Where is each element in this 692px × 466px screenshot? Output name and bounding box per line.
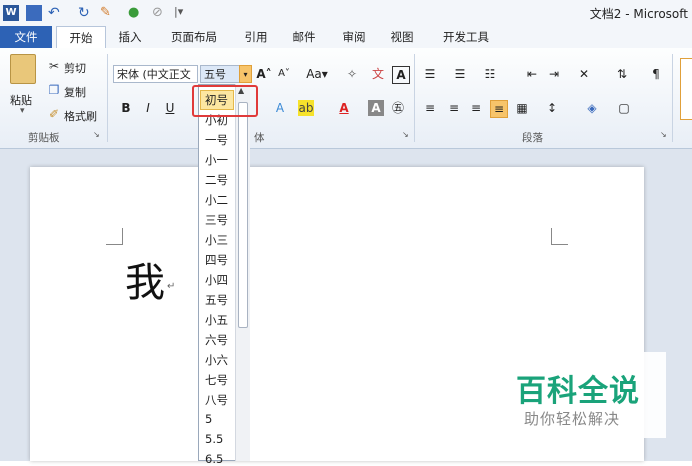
numbering-icon[interactable]: ☰ xyxy=(452,66,468,82)
font-group-label: 体 xyxy=(254,132,265,144)
shading-icon[interactable]: ◈ xyxy=(584,100,600,116)
align-center-icon[interactable]: ≡ xyxy=(446,100,462,116)
char-shading-icon[interactable]: A xyxy=(368,100,384,116)
size-item[interactable]: 六号 xyxy=(205,332,228,348)
justify-icon[interactable]: ≡ xyxy=(490,100,508,118)
customize-toolbar-icon[interactable]: |▾ xyxy=(174,5,190,21)
tab-developer[interactable]: 开发工具 xyxy=(434,26,498,48)
underline-button[interactable]: U xyxy=(162,100,178,116)
redo-icon[interactable]: ↻ xyxy=(78,5,94,21)
separator xyxy=(107,54,108,142)
size-item[interactable]: 小六 xyxy=(205,352,228,368)
highlight-icon[interactable]: ab xyxy=(298,100,314,116)
undo-icon[interactable]: ↶ xyxy=(48,5,64,21)
size-item[interactable]: 五号 xyxy=(205,292,228,308)
word-app-icon[interactable]: W xyxy=(3,5,19,21)
size-item[interactable]: 5.5 xyxy=(205,432,223,446)
distributed-icon[interactable]: ▦ xyxy=(514,100,530,116)
watermark: 百科全说 助你轻松解决 xyxy=(506,352,666,438)
font-name-box[interactable]: 宋体 (中文正文 xyxy=(113,65,198,83)
size-item[interactable]: 小一 xyxy=(205,152,228,168)
italic-button[interactable]: I xyxy=(140,100,156,116)
chinese-layout-icon[interactable]: ✕ xyxy=(576,66,592,82)
paragraph-launcher-icon[interactable]: ↘ xyxy=(660,130,667,139)
tab-file[interactable]: 文件 xyxy=(0,26,52,48)
tab-home[interactable]: 开始 xyxy=(56,26,106,49)
size-item[interactable]: 一号 xyxy=(205,132,228,148)
paste-dropdown-icon[interactable]: ▾ xyxy=(20,106,25,116)
cut-button[interactable]: 剪切 xyxy=(64,60,86,76)
tab-references[interactable]: 引用 xyxy=(238,26,274,48)
size-list-scrollbar[interactable]: ▲ xyxy=(235,84,250,461)
ribbon: 粘贴 ▾ ✂ 剪切 ❐ 复制 ✐ 格式刷 剪贴板 ↘ 宋体 (中文正文 五号 ▾… xyxy=(0,48,692,149)
margin-corner-right xyxy=(551,228,568,245)
multilevel-list-icon[interactable]: ☷ xyxy=(482,66,498,82)
separator xyxy=(414,54,415,142)
phonetic-guide-icon[interactable]: 文 xyxy=(370,66,386,82)
scroll-thumb[interactable] xyxy=(238,102,248,328)
align-left-icon[interactable]: ≡ xyxy=(422,100,438,116)
margin-corner-left xyxy=(106,228,123,245)
font-launcher-icon[interactable]: ↘ xyxy=(402,130,409,139)
sort-icon[interactable]: ⇅ xyxy=(614,66,630,82)
paragraph-mark: ↵ xyxy=(167,281,176,292)
paste-icon[interactable] xyxy=(10,54,36,84)
tab-view[interactable]: 视图 xyxy=(384,26,420,48)
size-item[interactable]: 七号 xyxy=(205,372,228,388)
size-item[interactable]: 八号 xyxy=(205,392,228,408)
document-text[interactable]: 我 xyxy=(125,250,165,308)
paint-icon[interactable]: ✎ xyxy=(100,5,116,21)
size-item[interactable]: 小三 xyxy=(205,232,228,248)
size-item[interactable]: 小二 xyxy=(205,192,228,208)
separator xyxy=(672,54,673,142)
size-item[interactable]: 6.5 xyxy=(205,452,223,466)
styles-gallery[interactable] xyxy=(680,58,692,120)
ribbon-tabs: 文件 开始 插入 页面布局 引用 邮件 审阅 视图 开发工具 xyxy=(0,26,692,49)
grow-font-icon[interactable]: A˄ xyxy=(256,66,272,82)
size-item[interactable]: 小四 xyxy=(205,272,228,288)
clipboard-launcher-icon[interactable]: ↘ xyxy=(93,130,100,139)
cut-icon[interactable]: ✂ xyxy=(46,58,62,74)
font-color-icon[interactable]: A xyxy=(336,100,352,116)
decrease-indent-icon[interactable]: ⇤ xyxy=(524,66,540,82)
line-spacing-icon[interactable]: ↕ xyxy=(544,100,560,116)
paragraph-group-label: 段落 xyxy=(522,132,543,144)
size-item[interactable]: 5 xyxy=(205,412,212,426)
text-effects-icon[interactable]: A xyxy=(272,100,288,116)
shrink-font-icon[interactable]: A˅ xyxy=(276,66,292,82)
format-painter-icon[interactable]: ✐ xyxy=(46,106,62,122)
size-item[interactable]: 二号 xyxy=(205,172,228,188)
size-item[interactable]: 三号 xyxy=(205,212,228,228)
eraser-icon[interactable]: ⊘ xyxy=(152,5,168,21)
align-right-icon[interactable]: ≡ xyxy=(468,100,484,116)
bullets-icon[interactable]: ☰ xyxy=(422,66,438,82)
enclose-char-icon[interactable]: ㊄ xyxy=(390,100,406,116)
font-size-dropdown-icon[interactable]: ▾ xyxy=(239,65,252,83)
increase-indent-icon[interactable]: ⇥ xyxy=(546,66,562,82)
save-icon[interactable] xyxy=(26,5,42,21)
title-bar: W ↶ ↻ ✎ ● ⊘ |▾ 文档2 - Microsoft xyxy=(0,0,692,26)
tab-insert[interactable]: 插入 xyxy=(112,26,148,48)
color-icon[interactable]: ● xyxy=(128,5,144,21)
clear-format-icon[interactable]: ✧ xyxy=(344,66,360,82)
show-marks-icon[interactable]: ¶ xyxy=(648,66,664,82)
tab-review[interactable]: 审阅 xyxy=(336,26,372,48)
tab-mailings[interactable]: 邮件 xyxy=(286,26,322,48)
copy-button[interactable]: 复制 xyxy=(64,84,86,100)
watermark-subtitle: 助你轻松解决 xyxy=(524,410,621,428)
size-item[interactable]: 四号 xyxy=(205,252,228,268)
clipboard-group-label: 剪贴板 xyxy=(28,132,60,144)
size-item[interactable]: 小五 xyxy=(205,312,228,328)
copy-icon[interactable]: ❐ xyxy=(46,82,62,98)
window-title: 文档2 - Microsoft xyxy=(589,7,688,21)
tab-page-layout[interactable]: 页面布局 xyxy=(162,26,226,48)
format-painter-button[interactable]: 格式刷 xyxy=(64,108,97,124)
watermark-title: 百科全说 xyxy=(516,374,640,409)
change-case-icon[interactable]: Aa▾ xyxy=(306,66,328,82)
bold-button[interactable]: B xyxy=(118,100,134,116)
font-size-box[interactable]: 五号 xyxy=(200,65,240,83)
borders-icon[interactable]: ▢ xyxy=(616,100,632,116)
char-border-icon[interactable]: A xyxy=(392,66,410,84)
highlight-box xyxy=(192,85,258,117)
